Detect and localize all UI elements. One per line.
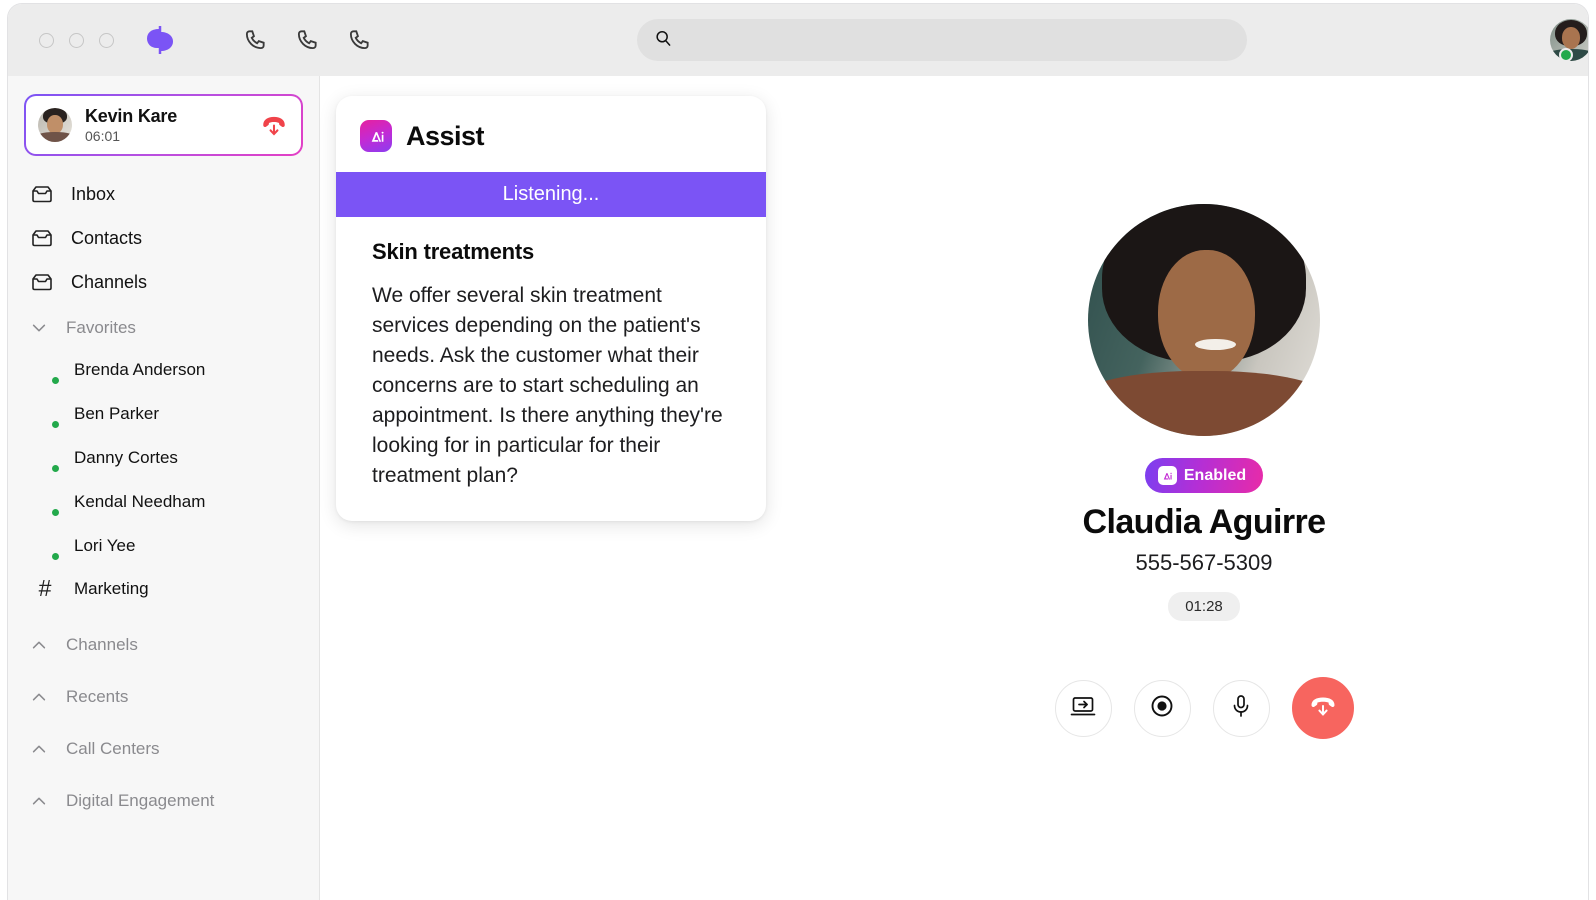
status-badge — [50, 419, 61, 430]
screen-share-button[interactable] — [1054, 679, 1112, 737]
phone-icon-3[interactable] — [344, 25, 374, 55]
list-item[interactable]: Kendal Needham — [8, 480, 319, 524]
ai-logo-icon — [1157, 466, 1177, 485]
end-call-button[interactable] — [1291, 677, 1354, 739]
active-call-duration: 06:01 — [85, 128, 121, 144]
ai-status-badge: Enabled — [1144, 458, 1264, 493]
call-timer: 01:28 — [1168, 592, 1240, 621]
sidebar-item-label: Channels — [71, 271, 148, 292]
list-item-marketing[interactable]: # Marketing — [8, 568, 319, 609]
section-label: Channels — [66, 635, 138, 654]
section-favorites[interactable]: Favorites — [8, 304, 319, 348]
chevron-up-icon — [30, 740, 48, 758]
avatar — [30, 399, 61, 430]
search-container — [374, 19, 1510, 61]
list-item[interactable]: Danny Cortes — [8, 436, 319, 480]
ai-logo-icon — [360, 120, 392, 152]
section-call-centers[interactable]: Call Centers — [8, 717, 319, 769]
status-badge — [50, 507, 61, 518]
call-detail: Enabled Claudia Aguirre 555-567-5309 01:… — [820, 76, 1588, 900]
microphone-icon — [1229, 693, 1253, 724]
section-digital-engagement[interactable]: Digital Engagement — [8, 769, 319, 821]
chevron-up-icon — [30, 636, 48, 654]
hangup-down-icon[interactable] — [259, 112, 289, 138]
assist-text: We offer several skin treatment services… — [372, 284, 723, 487]
ai-status-label: Enabled — [1183, 466, 1247, 484]
window-controls — [39, 32, 114, 48]
status-badge — [1559, 48, 1573, 62]
assist-status-banner: Listening... — [336, 172, 766, 217]
search-icon — [653, 28, 673, 53]
assist-title: Assist — [406, 120, 485, 151]
section-channels[interactable]: Channels — [8, 609, 319, 665]
inbox-icon — [30, 182, 54, 206]
assist-body: Skin treatments We offer several skin tr… — [336, 217, 766, 521]
status-badge — [50, 551, 61, 562]
mute-button[interactable] — [1212, 679, 1270, 737]
sidebar-item-channels[interactable]: Channels — [8, 260, 319, 304]
status-badge — [50, 375, 61, 386]
sidebar-item-contacts[interactable]: Contacts — [8, 216, 319, 260]
list-item-label: Marketing — [74, 578, 149, 598]
record-button[interactable] — [1133, 679, 1191, 737]
inbox-icon — [30, 270, 54, 294]
search-bar[interactable] — [637, 19, 1247, 61]
list-item[interactable]: Ben Parker — [8, 392, 319, 436]
phone-buttons — [240, 25, 374, 55]
sidebar: Kevin Kare 06:01 Inbox Contacts Channels… — [8, 76, 320, 900]
chevron-up-icon — [30, 688, 48, 706]
caller-avatar — [1088, 204, 1320, 436]
avatar — [30, 531, 61, 562]
screen-share-icon — [1070, 694, 1096, 723]
close-button[interactable] — [39, 32, 54, 48]
section-label: Recents — [66, 687, 129, 706]
chevron-up-icon — [30, 792, 48, 810]
user-avatar[interactable] — [1530, 19, 1588, 62]
app-window: Kevin Kare 06:01 Inbox Contacts Channels… — [8, 4, 1588, 900]
maximize-button[interactable] — [99, 32, 114, 48]
inbox-icon — [30, 226, 54, 250]
record-icon — [1149, 693, 1175, 724]
app-logo-icon — [142, 22, 178, 58]
list-item-label: Brenda Anderson — [74, 360, 206, 379]
hangup-down-icon — [1308, 693, 1338, 724]
active-call-card[interactable]: Kevin Kare 06:01 — [24, 94, 303, 156]
phone-icon-1[interactable] — [240, 25, 270, 55]
hash-icon: # — [38, 575, 52, 601]
active-call-info: Kevin Kare 06:01 — [85, 106, 259, 144]
body: Kevin Kare 06:01 Inbox Contacts Channels… — [8, 76, 1588, 900]
list-item-label: Ben Parker — [74, 404, 160, 423]
avatar — [30, 443, 61, 474]
section-label: Call Centers — [66, 739, 160, 758]
caller-phone: 555-567-5309 — [1135, 550, 1273, 575]
caller-name: Claudia Aguirre — [1082, 503, 1327, 541]
sidebar-item-inbox[interactable]: Inbox — [8, 172, 319, 216]
chevron-down-icon — [30, 319, 48, 337]
status-badge — [50, 463, 61, 474]
main-panel: Assist Listening... Skin treatments We o… — [320, 76, 1588, 900]
list-item-label: Kendal Needham — [74, 492, 206, 511]
phone-icon-2[interactable] — [292, 25, 322, 55]
titlebar — [8, 4, 1588, 76]
assist-header: Assist — [336, 96, 766, 172]
avatar — [30, 355, 61, 386]
section-label: Digital Engagement — [66, 791, 215, 810]
assist-card: Assist Listening... Skin treatments We o… — [336, 96, 766, 521]
sidebar-item-label: Contacts — [71, 227, 143, 248]
search-input[interactable] — [683, 31, 1231, 49]
assist-heading: Skin treatments — [372, 239, 535, 264]
sidebar-item-label: Inbox — [71, 183, 116, 204]
active-call-name: Kevin Kare — [85, 106, 178, 126]
list-item-label: Danny Cortes — [74, 448, 178, 467]
avatar — [30, 487, 61, 518]
list-item-label: Lori Yee — [74, 536, 136, 555]
section-label: Favorites — [66, 318, 136, 337]
call-controls — [1054, 677, 1354, 739]
list-item[interactable]: Brenda Anderson — [8, 348, 319, 392]
section-recents[interactable]: Recents — [8, 665, 319, 717]
avatar — [38, 108, 72, 142]
minimize-button[interactable] — [69, 32, 84, 48]
list-item[interactable]: Lori Yee — [8, 524, 319, 568]
